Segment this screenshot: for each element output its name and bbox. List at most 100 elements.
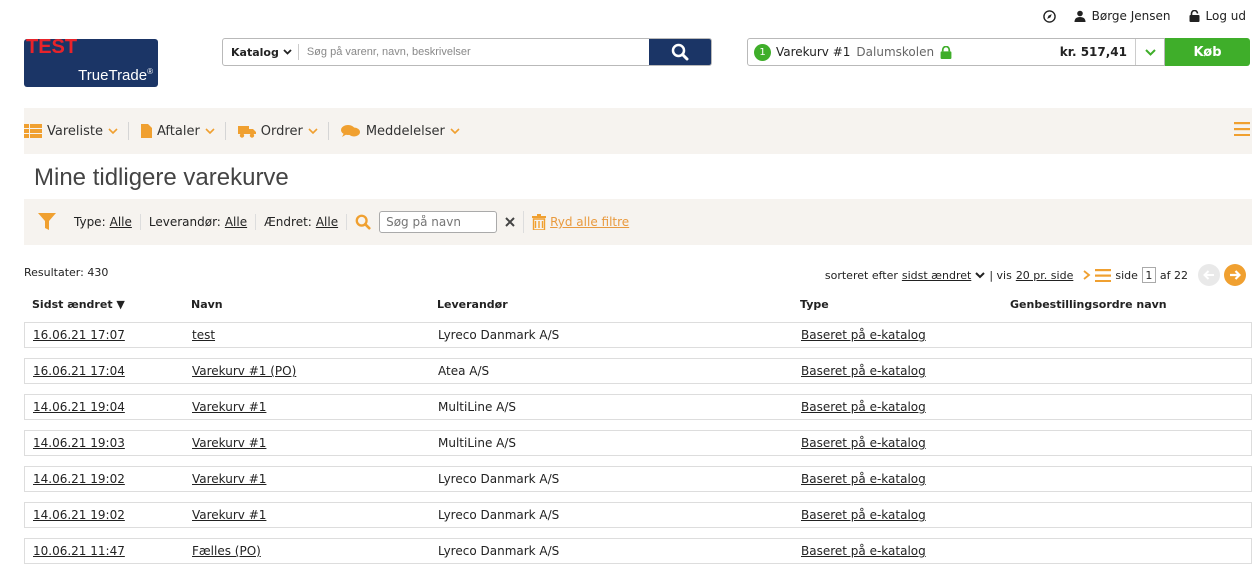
cart-widget[interactable]: 1 Varekurv #1 Dalumskolen kr. 517,41 bbox=[747, 38, 1165, 66]
cell-type[interactable]: Baseret på e-katalog bbox=[801, 436, 926, 450]
compass-button[interactable] bbox=[1042, 9, 1056, 23]
search-icon bbox=[355, 214, 371, 230]
lock-icon bbox=[1189, 10, 1200, 22]
cell-name[interactable]: test bbox=[192, 328, 215, 342]
nav-item-ordrer[interactable]: Ordrer bbox=[237, 124, 328, 139]
next-page-button[interactable] bbox=[1224, 264, 1246, 286]
filter-type-value[interactable]: Alle bbox=[110, 215, 132, 229]
cell-changed[interactable]: 16.06.21 17:07 bbox=[33, 328, 125, 342]
header-name[interactable]: Navn bbox=[191, 298, 223, 311]
chevron-down-icon bbox=[308, 128, 318, 134]
cell-changed[interactable]: 14.06.21 19:03 bbox=[33, 436, 125, 450]
header-type[interactable]: Type bbox=[800, 298, 829, 311]
prev-page-button[interactable] bbox=[1198, 264, 1220, 286]
table-row[interactable]: 14.06.21 19:04 Varekurv #1 MultiLine A/S… bbox=[24, 394, 1252, 420]
cell-changed[interactable]: 14.06.21 19:02 bbox=[33, 508, 125, 522]
table-row[interactable]: 10.06.21 11:47 Fælles (PO) Lyreco Danmar… bbox=[24, 538, 1252, 564]
nav-divider bbox=[327, 122, 329, 140]
header-reorder[interactable]: Genbestillingsordre navn bbox=[1010, 298, 1167, 311]
cart-count-badge: 1 bbox=[754, 43, 771, 61]
cell-changed[interactable]: 10.06.21 11:47 bbox=[33, 544, 125, 558]
search-bar: Katalog Søg på varenr, navn, beskrivelse… bbox=[222, 38, 712, 66]
cell-name[interactable]: Varekurv #1 (PO) bbox=[192, 364, 296, 378]
list-lines-icon[interactable] bbox=[1095, 268, 1112, 282]
logout-link[interactable]: Log ud bbox=[1189, 9, 1246, 23]
table-row[interactable]: 16.06.21 17:07 test Lyreco Danmark A/S B… bbox=[24, 322, 1252, 348]
cell-name[interactable]: Varekurv #1 bbox=[192, 508, 266, 522]
menu-button[interactable] bbox=[1234, 122, 1250, 140]
filter-supplier-value[interactable]: Alle bbox=[225, 215, 247, 229]
compass-icon bbox=[1042, 9, 1056, 23]
cell-type[interactable]: Baseret på e-katalog bbox=[801, 328, 926, 342]
truetrade-logo[interactable]: TEST TrueTrade® bbox=[24, 37, 159, 87]
nav-divider bbox=[128, 122, 129, 140]
cell-type[interactable]: Baseret på e-katalog bbox=[801, 364, 926, 378]
cell-changed[interactable]: 14.06.21 19:04 bbox=[33, 400, 125, 414]
search-input[interactable]: Søg på varenr, navn, beskrivelser bbox=[299, 46, 649, 58]
catalog-dropdown[interactable]: Katalog bbox=[223, 44, 299, 60]
lock-icon bbox=[940, 45, 952, 59]
cell-name[interactable]: Varekurv #1 bbox=[192, 400, 266, 414]
sort-value[interactable]: sidst ændret bbox=[902, 269, 971, 282]
header-supplier[interactable]: Leverandør bbox=[437, 298, 508, 311]
main-nav: Vareliste Aftaler Ordrer Meddelelser bbox=[24, 108, 1252, 154]
sort-prefix: sorteret efter bbox=[824, 268, 898, 282]
table-row[interactable]: 14.06.21 19:02 Varekurv #1 Lyreco Danmar… bbox=[24, 466, 1252, 492]
cell-name[interactable]: Fælles (PO) bbox=[192, 544, 261, 558]
cell-supplier: Lyreco Danmark A/S bbox=[438, 472, 560, 486]
cart-price: kr. 517,41 bbox=[1059, 45, 1127, 59]
table-row[interactable]: 14.06.21 19:03 Varekurv #1 MultiLine A/S… bbox=[24, 430, 1252, 456]
search-button[interactable] bbox=[649, 39, 711, 65]
clear-filters-link[interactable]: Ryd alle filtre bbox=[524, 214, 637, 230]
user-name: Børge Jensen bbox=[1091, 9, 1171, 23]
cell-name[interactable]: Varekurv #1 bbox=[192, 436, 266, 450]
filter-changed[interactable]: Ændret: Alle bbox=[256, 214, 348, 230]
filter-type-label: Type: bbox=[74, 215, 106, 229]
nav-label: Meddelelser bbox=[365, 123, 445, 139]
cell-type[interactable]: Baseret på e-katalog bbox=[801, 400, 926, 414]
per-page-value[interactable]: 20 pr. side bbox=[1016, 269, 1074, 282]
table-header: Sidst ændret ▼ Navn Leverandør Type Genb… bbox=[24, 298, 1252, 316]
logo-test-label: TEST bbox=[26, 36, 78, 58]
cell-supplier: Lyreco Danmark A/S bbox=[438, 508, 560, 522]
name-search-input[interactable] bbox=[379, 211, 498, 233]
filter-changed-label: Ændret: bbox=[264, 215, 312, 229]
search-icon bbox=[671, 43, 689, 61]
cart-dropdown-button[interactable] bbox=[1135, 39, 1164, 65]
chevron-down-icon bbox=[283, 49, 292, 55]
header-changed[interactable]: Sidst ændret ▼ bbox=[32, 298, 125, 311]
filter-icon bbox=[38, 213, 56, 230]
logout-label: Log ud bbox=[1205, 9, 1246, 23]
table-row[interactable]: 14.06.21 19:02 Varekurv #1 Lyreco Danmar… bbox=[24, 502, 1252, 528]
cell-supplier: MultiLine A/S bbox=[438, 436, 517, 450]
chevron-down-icon bbox=[450, 128, 460, 134]
cell-changed[interactable]: 16.06.21 17:04 bbox=[33, 364, 125, 378]
nav-label: Vareliste bbox=[47, 123, 103, 139]
filter-supplier[interactable]: Leverandør: Alle bbox=[141, 214, 257, 230]
filter-type[interactable]: Type: Alle bbox=[66, 214, 141, 230]
cell-type[interactable]: Baseret på e-katalog bbox=[801, 544, 926, 558]
page-input[interactable]: 1 bbox=[1141, 267, 1156, 283]
filter-changed-value[interactable]: Alle bbox=[316, 215, 338, 229]
buy-button[interactable]: Køb bbox=[1165, 38, 1250, 66]
clear-search-icon[interactable] bbox=[505, 217, 515, 227]
list-icon bbox=[24, 124, 42, 138]
hamburger-icon bbox=[1234, 122, 1250, 137]
cell-changed[interactable]: 14.06.21 19:02 bbox=[33, 472, 125, 486]
cell-supplier: Lyreco Danmark A/S bbox=[438, 328, 560, 342]
cell-name[interactable]: Varekurv #1 bbox=[192, 472, 266, 486]
cell-supplier: MultiLine A/S bbox=[438, 400, 517, 414]
nav-item-vareliste[interactable]: Vareliste bbox=[24, 124, 128, 139]
chat-icon bbox=[340, 125, 360, 137]
logo-reg: ® bbox=[147, 67, 153, 76]
cell-type[interactable]: Baseret på e-katalog bbox=[801, 508, 926, 522]
cell-type[interactable]: Baseret på e-katalog bbox=[801, 472, 926, 486]
chevron-down-icon[interactable] bbox=[975, 271, 986, 279]
page-title: Mine tidligere varekurve bbox=[34, 164, 289, 191]
nav-item-meddelelser[interactable]: Meddelelser bbox=[340, 123, 470, 139]
catalog-label: Katalog bbox=[231, 45, 279, 59]
user-menu[interactable]: Børge Jensen bbox=[1074, 9, 1171, 23]
chevron-down-icon bbox=[205, 128, 215, 134]
table-row[interactable]: 16.06.21 17:04 Varekurv #1 (PO) Atea A/S… bbox=[24, 358, 1252, 384]
nav-item-aftaler[interactable]: Aftaler bbox=[141, 124, 225, 139]
